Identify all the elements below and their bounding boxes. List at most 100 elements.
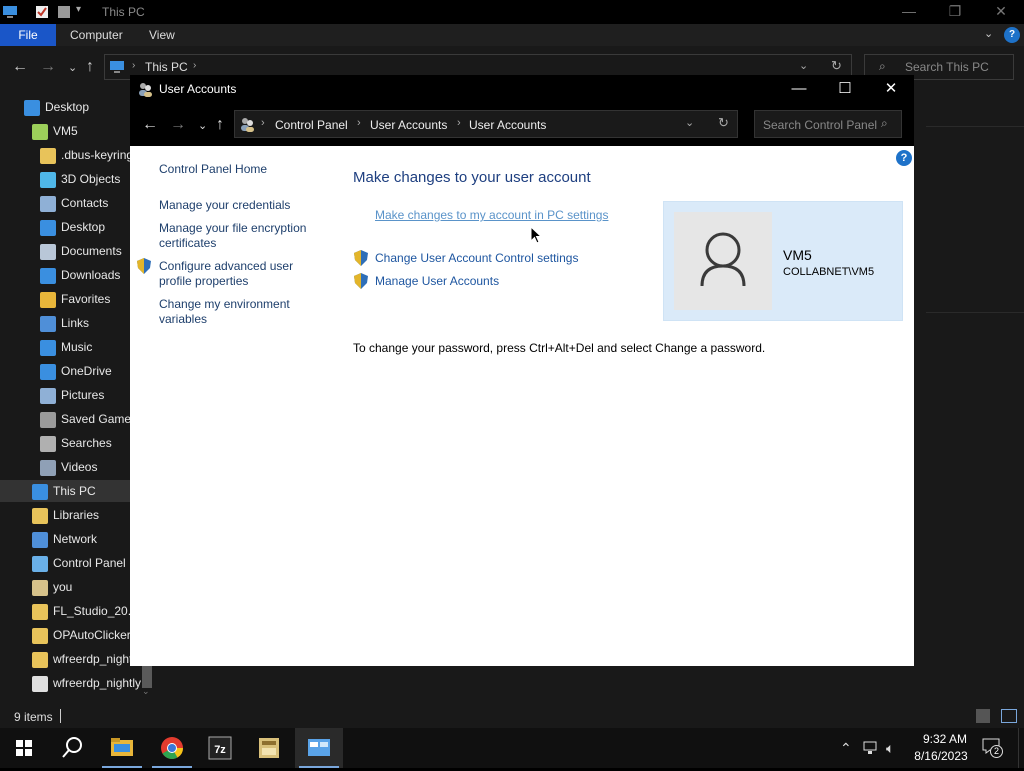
pc-settings-link[interactable]: Make changes to my account in PC setting… bbox=[375, 208, 608, 222]
manage-credentials-link[interactable]: Manage your credentials bbox=[159, 198, 319, 213]
user-folder-icon bbox=[32, 123, 48, 140]
mouse-cursor-icon bbox=[530, 226, 542, 244]
tab-view[interactable]: View bbox=[137, 24, 187, 46]
refresh-icon[interactable]: ↻ bbox=[718, 115, 729, 131]
file-explorer-icon[interactable] bbox=[98, 728, 146, 768]
this-pc-icon[interactable] bbox=[2, 4, 18, 20]
properties-icon[interactable] bbox=[34, 4, 50, 20]
nav-item-wfreerdp-nightly[interactable]: wfreerdp_nightly bbox=[32, 648, 141, 670]
explorer-close-button[interactable]: ✕ bbox=[978, 0, 1024, 24]
environment-variables-link[interactable]: Change my environment variables bbox=[159, 297, 319, 327]
new-folder-icon[interactable] bbox=[56, 4, 72, 20]
tab-file[interactable]: File bbox=[0, 24, 56, 46]
uac-shield-icon bbox=[354, 250, 368, 266]
control-panel-icon[interactable] bbox=[295, 728, 343, 768]
details-view-icon[interactable] bbox=[976, 709, 990, 723]
control-panel-search-input[interactable]: Search Control Panel ⌕ bbox=[754, 110, 902, 138]
nav-item-links[interactable]: Links bbox=[40, 312, 89, 334]
windows-start-icon[interactable] bbox=[0, 728, 48, 768]
control-panel-home-link[interactable]: Control Panel Home bbox=[159, 162, 319, 177]
breadcrumb-user-accounts-current[interactable]: User Accounts bbox=[469, 118, 546, 132]
nav-item-libraries[interactable]: Libraries bbox=[32, 504, 99, 526]
navigation-scrollbar[interactable]: ⌄ bbox=[140, 660, 154, 700]
nav-item-wfreerdp-nightly[interactable]: wfreerdp_nightly bbox=[32, 672, 141, 694]
tab-computer[interactable]: Computer bbox=[58, 24, 135, 46]
nav-item-desktop[interactable]: Desktop bbox=[40, 216, 105, 238]
volume-icon[interactable]: 🔈︎ bbox=[886, 740, 894, 757]
action-center-icon[interactable]: 2 bbox=[982, 738, 1004, 758]
explorer-help-icon[interactable]: ? bbox=[1004, 27, 1020, 43]
nav-item-videos[interactable]: Videos bbox=[40, 456, 97, 478]
nav-item-label: Libraries bbox=[53, 508, 100, 522]
clock-date[interactable]: 8/16/2023 bbox=[910, 749, 972, 763]
archive-icon[interactable] bbox=[245, 728, 293, 768]
address-separator-icon: › bbox=[193, 60, 197, 71]
nav-item-this-pc[interactable]: This PC bbox=[0, 480, 130, 502]
nav-item-contacts[interactable]: Contacts bbox=[40, 192, 108, 214]
nav-item-3d-objects[interactable]: 3D Objects bbox=[40, 168, 120, 190]
nav-item-saved-games[interactable]: Saved Games bbox=[40, 408, 137, 430]
nav-item-pictures[interactable]: Pictures bbox=[40, 384, 104, 406]
explorer-restore-button[interactable]: ❐ bbox=[932, 0, 978, 24]
nav-item-onedrive[interactable]: OneDrive bbox=[40, 360, 112, 382]
nav-item-you[interactable]: you bbox=[32, 576, 72, 598]
scroll-down-icon[interactable]: ⌄ bbox=[142, 686, 150, 697]
window-title: User Accounts bbox=[159, 82, 237, 96]
clock-time[interactable]: 9:32 AM bbox=[914, 732, 976, 746]
back-button[interactable]: ← bbox=[142, 116, 158, 134]
breadcrumb-separator-icon: › bbox=[261, 117, 265, 129]
show-desktop-button[interactable] bbox=[1018, 728, 1024, 768]
help-icon[interactable]: ? bbox=[896, 150, 912, 166]
nav-item-network[interactable]: Network bbox=[32, 528, 97, 550]
nav-item-desktop[interactable]: Desktop bbox=[24, 96, 89, 118]
address-dropdown-icon[interactable]: ⌄ bbox=[685, 116, 694, 129]
user-accounts-navbar: ← → ⌄ ↑ › Control Panel › User Accounts … bbox=[130, 104, 914, 146]
advanced-profile-properties-link[interactable]: Configure advanced user profile properti… bbox=[159, 259, 319, 289]
network-icon[interactable] bbox=[862, 740, 880, 756]
nav-item-fl-studio-20-0[interactable]: FL_Studio_20.0 bbox=[32, 600, 138, 622]
address-dropdown-icon[interactable]: ⌄ bbox=[799, 59, 808, 72]
close-button[interactable]: ✕ bbox=[868, 75, 914, 104]
nav-item-vm5[interactable]: VM5 bbox=[32, 120, 78, 142]
search-icon[interactable] bbox=[48, 728, 96, 768]
7zip-icon[interactable]: 7z bbox=[196, 728, 244, 768]
explorer-forward-button[interactable]: → bbox=[40, 58, 56, 76]
breadcrumb-user-accounts[interactable]: User Accounts bbox=[370, 118, 447, 132]
large-icons-view-icon[interactable] bbox=[1001, 709, 1017, 723]
explorer-minimize-button[interactable]: — bbox=[886, 0, 932, 24]
maximize-button[interactable]: ☐ bbox=[822, 75, 868, 104]
recent-locations-dropdown[interactable]: ⌄ bbox=[198, 119, 207, 132]
nav-item-documents[interactable]: Documents bbox=[40, 240, 122, 262]
forward-button[interactable]: → bbox=[170, 116, 186, 134]
nav-item-music[interactable]: Music bbox=[40, 336, 92, 358]
explorer-ribbon: File Computer View ⌄ ? bbox=[0, 24, 1024, 46]
up-button[interactable]: ↑ bbox=[216, 116, 224, 134]
file-encryption-link[interactable]: Manage your file encryption certificates bbox=[159, 221, 319, 251]
show-hidden-icons-icon[interactable]: ⌃ bbox=[840, 740, 852, 757]
favorites-icon bbox=[40, 291, 56, 308]
minimize-button[interactable]: — bbox=[776, 75, 822, 104]
user-accounts-icon bbox=[139, 83, 152, 97]
search-icon: ⌕ bbox=[879, 59, 886, 73]
breadcrumb-control-panel[interactable]: Control Panel bbox=[275, 118, 348, 132]
chrome-icon[interactable] bbox=[148, 728, 196, 768]
refresh-icon[interactable]: ↻ bbox=[831, 58, 842, 74]
uac-settings-link[interactable]: Change User Account Control settings bbox=[375, 251, 578, 265]
explorer-back-button[interactable]: ← bbox=[12, 58, 28, 76]
nav-item-label: OPAutoClicker bbox=[53, 628, 131, 642]
nav-item-control-panel[interactable]: Control Panel bbox=[32, 552, 126, 574]
quick-access-dropdown-icon[interactable]: ▾ bbox=[76, 4, 92, 20]
explorer-navigation-pane: Desktop VM5 .dbus-keyring 3D Objects Contact… bbox=[0, 96, 141, 696]
address-bar[interactable]: › Control Panel › User Accounts › User A… bbox=[234, 110, 738, 138]
address-separator-icon: › bbox=[132, 60, 136, 71]
desktop-icon bbox=[40, 219, 56, 236]
nav-item-searches[interactable]: Searches bbox=[40, 432, 112, 454]
nav-item-dbus-keyring[interactable]: .dbus-keyring bbox=[40, 144, 133, 166]
ribbon-expand-icon[interactable]: ⌄ bbox=[984, 27, 993, 40]
nav-item-opautoclicker[interactable]: OPAutoClicker bbox=[32, 624, 131, 646]
explorer-recent-dropdown[interactable]: ⌄ bbox=[68, 61, 77, 74]
nav-item-downloads[interactable]: Downloads bbox=[40, 264, 120, 286]
manage-user-accounts-link[interactable]: Manage User Accounts bbox=[375, 274, 499, 288]
explorer-up-button[interactable]: ↑ bbox=[86, 58, 94, 76]
nav-item-favorites[interactable]: Favorites bbox=[40, 288, 110, 310]
